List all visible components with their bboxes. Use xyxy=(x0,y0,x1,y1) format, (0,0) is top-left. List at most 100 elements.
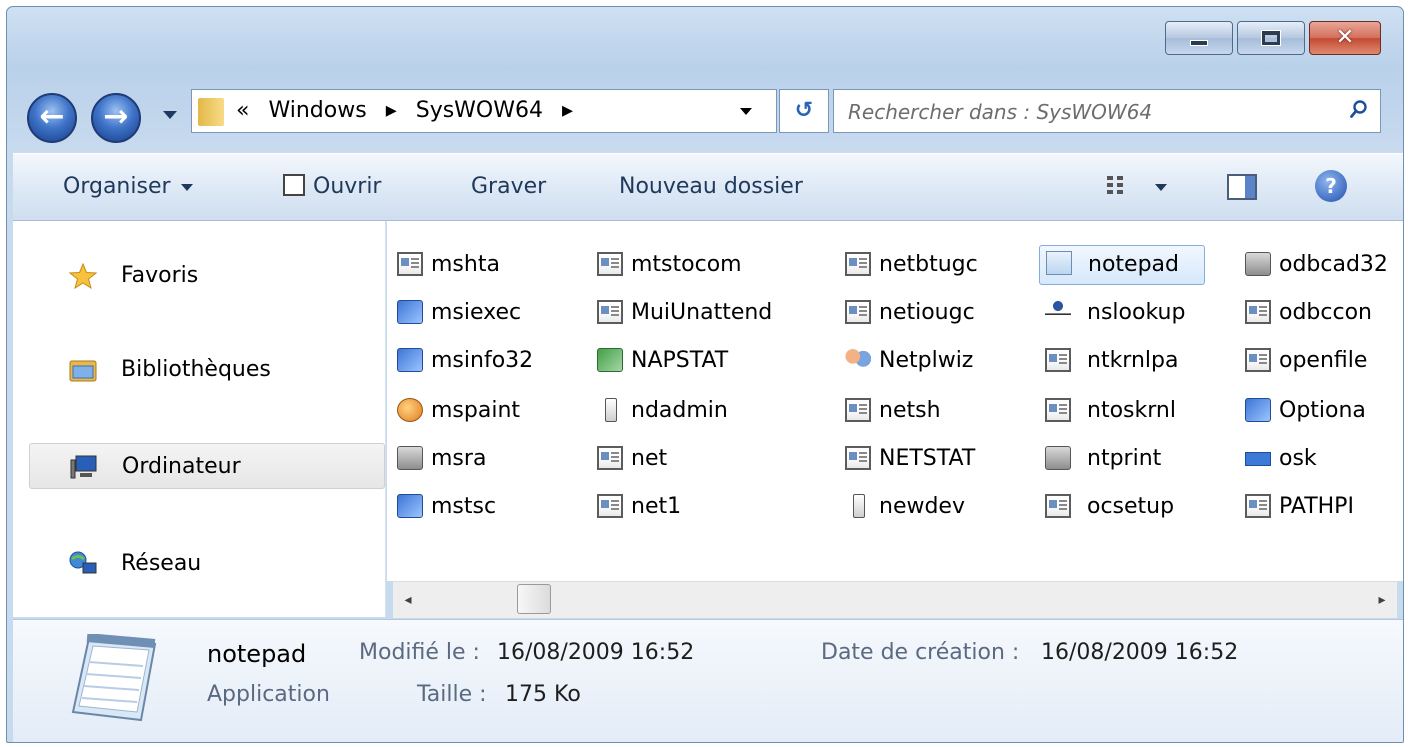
file-name: msra xyxy=(431,446,487,471)
nav-item-bibliotheques[interactable]: Bibliothèques xyxy=(29,347,385,393)
file-item-netsh[interactable]: netsh xyxy=(845,393,1035,429)
details-file-type: Application xyxy=(207,682,330,707)
person-network-icon xyxy=(1045,300,1071,324)
file-item-muiunattend[interactable]: MuiUnattend xyxy=(597,295,827,331)
installer-icon xyxy=(397,300,423,324)
file-item-ntkrnlpa[interactable]: ntkrnlpa xyxy=(1045,343,1235,379)
file-item-optional[interactable]: Optiona xyxy=(1245,393,1403,429)
remote-assistance-icon xyxy=(397,446,423,470)
file-item-netiougc[interactable]: netiougc xyxy=(845,295,1035,331)
organiser-button[interactable]: Organiser xyxy=(63,154,193,220)
file-name: mspaint xyxy=(431,398,521,423)
navigation-pane: Favoris Bibliothèques Ordinateur Réseau xyxy=(13,221,386,617)
file-name: MuiUnattend xyxy=(631,300,773,325)
file-item-ntprint[interactable]: ntprint xyxy=(1045,441,1235,477)
breadcrumb-overflow[interactable]: « xyxy=(236,98,249,123)
scroll-thumb[interactable] xyxy=(517,584,551,614)
file-name: net1 xyxy=(631,494,682,519)
file-item-pathping[interactable]: PATHPI xyxy=(1245,489,1403,525)
breadcrumb-syswow64[interactable]: SysWOW64 xyxy=(416,98,543,123)
file-item-osk[interactable]: osk xyxy=(1245,441,1403,477)
file-item-notepad[interactable]: notepad xyxy=(1039,245,1205,285)
file-name: odbcad32 xyxy=(1279,252,1388,277)
recent-pages-dropdown[interactable] xyxy=(163,111,177,119)
file-item-msra[interactable]: msra xyxy=(397,441,587,477)
application-window-icon xyxy=(1245,494,1271,518)
file-item-net[interactable]: net xyxy=(597,441,827,477)
address-bar[interactable]: « Windows ▸ SysWOW64 ▸ xyxy=(191,89,777,133)
graver-button[interactable]: Graver xyxy=(471,154,546,220)
setup-icon xyxy=(1045,494,1071,518)
scroll-left-button[interactable]: ◂ xyxy=(393,582,423,618)
nav-item-ordinateur[interactable]: Ordinateur xyxy=(29,443,385,489)
file-item-ndadmin[interactable]: ndadmin xyxy=(597,393,827,429)
help-icon[interactable]: ? xyxy=(1315,170,1347,202)
details-pane: notepad Application Modifié le : 16/08/2… xyxy=(13,619,1403,742)
breadcrumb-windows[interactable]: Windows xyxy=(268,98,366,123)
breadcrumb-separator[interactable]: ▸ xyxy=(386,98,397,123)
file-item-ocsetup[interactable]: ocsetup xyxy=(1045,489,1235,525)
file-item-netplwiz[interactable]: Netplwiz xyxy=(845,343,1035,379)
file-name: netiougc xyxy=(879,300,975,325)
file-item-mspaint[interactable]: mspaint xyxy=(397,393,587,429)
new-folder-button[interactable]: Nouveau dossier xyxy=(619,154,803,220)
application-window-icon xyxy=(845,446,871,470)
file-item-mtstocom[interactable]: mtstocom xyxy=(597,247,827,283)
forward-button[interactable]: → xyxy=(91,93,141,143)
file-name: mtstocom xyxy=(631,252,742,277)
modified-value: 16/08/2009 16:52 xyxy=(497,640,695,665)
ouvrir-button[interactable]: Ouvrir xyxy=(283,154,381,220)
application-window-icon xyxy=(845,252,871,276)
file-item-napstat[interactable]: NAPSTAT xyxy=(597,343,827,379)
size-value: 175 Ko xyxy=(505,682,581,707)
folder-icon xyxy=(198,98,224,126)
modified-label: Modifié le : xyxy=(359,640,480,665)
file-item-netstat[interactable]: NETSTAT xyxy=(845,441,1035,477)
file-name: osk xyxy=(1279,446,1317,471)
back-button[interactable]: ← xyxy=(27,93,77,143)
scroll-right-button[interactable]: ▸ xyxy=(1367,582,1397,618)
device-icon xyxy=(605,398,617,422)
close-icon: ✕ xyxy=(1335,25,1355,50)
horizontal-scrollbar[interactable]: ◂ ▸ xyxy=(393,581,1397,618)
network-status-icon xyxy=(597,348,623,372)
file-item-netbtugc[interactable]: netbtugc xyxy=(845,247,1035,283)
preview-pane-icon[interactable] xyxy=(1227,174,1257,200)
file-item-newdev[interactable]: newdev xyxy=(845,489,1035,525)
file-item-nslookup[interactable]: nslookup xyxy=(1045,295,1235,331)
nav-item-favoris[interactable]: Favoris xyxy=(29,253,385,299)
file-item-openfile[interactable]: openfile xyxy=(1245,343,1403,379)
maximize-button[interactable] xyxy=(1237,21,1305,55)
address-history-dropdown[interactable] xyxy=(726,90,776,132)
nav-item-label: Ordinateur xyxy=(122,454,241,479)
nav-item-reseau[interactable]: Réseau xyxy=(29,541,385,587)
created-label: Date de création : xyxy=(821,640,1020,665)
file-name: nslookup xyxy=(1087,300,1186,325)
file-item-odbccon[interactable]: odbccon xyxy=(1245,295,1403,331)
breadcrumb-separator[interactable]: ▸ xyxy=(562,98,573,123)
nav-item-label: Réseau xyxy=(121,551,202,576)
minimize-button[interactable] xyxy=(1165,21,1233,55)
change-view-button[interactable] xyxy=(1107,154,1167,220)
file-name: PATHPI xyxy=(1279,494,1354,519)
search-input[interactable] xyxy=(846,90,1320,134)
file-item-mshta[interactable]: mshta xyxy=(397,247,587,283)
file-name: NAPSTAT xyxy=(631,348,729,373)
ouvrir-label: Ouvrir xyxy=(313,174,382,199)
network-icon xyxy=(69,551,97,574)
file-item-msinfo32[interactable]: msinfo32 xyxy=(397,343,587,379)
close-button[interactable]: ✕ xyxy=(1309,21,1381,55)
application-window-icon xyxy=(845,300,871,324)
file-item-ntoskrnl[interactable]: ntoskrnl xyxy=(1045,393,1235,429)
notepad-icon xyxy=(71,634,157,722)
file-item-mstsc[interactable]: mstsc xyxy=(397,489,587,525)
file-item-net1[interactable]: net1 xyxy=(597,489,827,525)
file-name: netbtugc xyxy=(879,252,978,277)
file-item-odbcad32[interactable]: odbcad32 xyxy=(1245,247,1403,283)
search-icon[interactable] xyxy=(1350,100,1368,118)
explorer-window: ✕ ← → « Windows ▸ SysWOW64 ▸ ↺ Recherche… xyxy=(6,6,1404,743)
refresh-button[interactable]: ↺ xyxy=(779,89,829,133)
file-item-msiexec[interactable]: msiexec xyxy=(397,295,587,331)
file-name: net xyxy=(631,446,668,471)
search-box[interactable] xyxy=(833,89,1381,134)
